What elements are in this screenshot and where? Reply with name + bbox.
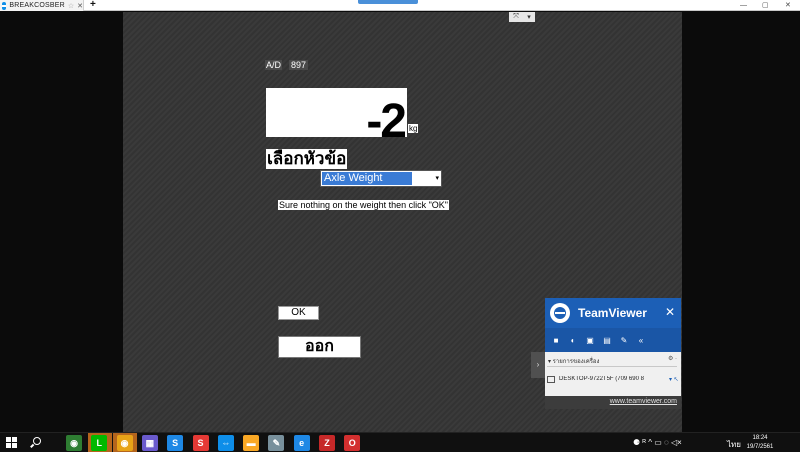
chevron-down-icon[interactable]: ▾ <box>527 13 531 21</box>
teamviewer-header: TeamViewer ✕ <box>545 298 681 328</box>
collapse-icon[interactable]: « <box>636 336 646 345</box>
session-item[interactable]: DESKTOP-9722T5F (709 690 8 ▾ ↖ <box>547 371 679 387</box>
tray-icons[interactable]: ⚈ ᴿ ^ ▭ ◌ ◁× <box>633 438 682 447</box>
browser-tab[interactable]: BREAKCOSBER ☆ ✕ <box>0 0 84 11</box>
taskbar-chrome-icon[interactable]: ◉ <box>116 435 133 451</box>
clock[interactable]: 18:24 19/7/2561 <box>745 434 775 452</box>
topic-select[interactable]: Axle Weight ▾ <box>320 170 442 187</box>
taskbar-filezilla-icon[interactable]: Z <box>319 435 335 451</box>
teamviewer-logo-icon <box>550 303 570 323</box>
screen: BREAKCOSBER ☆ ✕ + — ▢ ✕ ⤧ ▾ A/D 897 -2 k… <box>0 0 800 452</box>
star-icon[interactable]: ☆ <box>68 2 74 10</box>
panel-collapse-arrow[interactable]: › <box>531 352 545 378</box>
whiteboard-icon[interactable]: ✎ <box>619 336 629 345</box>
chat-icon[interactable]: ▣ <box>585 336 595 345</box>
new-tab-button[interactable]: + <box>90 0 96 10</box>
video-icon[interactable]: ■ <box>551 336 561 345</box>
topic-select-value: Axle Weight <box>322 172 412 185</box>
remote-toolbar-handle[interactable] <box>358 0 418 4</box>
search-icon[interactable] <box>33 437 41 445</box>
taskbar-s-blue-icon[interactable]: S <box>167 435 184 451</box>
session-list-heading[interactable]: ▾ รายการของเครื่อง <box>548 356 599 366</box>
maximize-button[interactable]: ▢ <box>762 0 769 11</box>
windows-start-icon[interactable] <box>6 437 17 448</box>
chevron-down-icon: ▾ <box>435 175 439 182</box>
weight-unit: kg <box>408 124 419 133</box>
teamviewer-panel: › TeamViewer ✕ ■ ◐ ▣ ▤ ✎ « ▾ รายการของเค… <box>531 298 681 410</box>
files-icon[interactable]: ▤ <box>602 336 612 345</box>
ok-button[interactable]: OK <box>278 306 319 320</box>
teamviewer-tab-icon <box>2 1 7 10</box>
choose-topic-heading: เลือกหัวข้อ <box>266 149 348 169</box>
minimize-button[interactable]: — <box>740 0 747 11</box>
close-window-button[interactable]: ✕ <box>785 0 791 11</box>
taskbar-s-red-icon[interactable]: S <box>192 435 209 451</box>
close-icon[interactable]: ✕ <box>665 305 675 319</box>
device-name: DESKTOP-9722T5F (709 690 8 <box>559 376 644 382</box>
teamviewer-link[interactable]: www.teamviewer.com <box>610 398 677 405</box>
taskbar-chrome-multi-icon[interactable]: ◉ <box>66 435 82 451</box>
taskbar-file-explorer-icon[interactable]: ▬ <box>243 435 260 451</box>
headset-icon[interactable]: ◐ <box>568 336 578 345</box>
instruction-text: Sure nothing on the weight then click "O… <box>278 200 449 210</box>
taskbar-notepad-icon[interactable]: ✎ <box>268 435 285 451</box>
clock-date: 19/7/2561 <box>746 444 774 450</box>
language-indicator[interactable]: ไทย <box>727 438 741 451</box>
weight-value: -2 <box>366 95 407 137</box>
tab-close-icon[interactable]: ✕ <box>77 2 83 10</box>
remote-view-controls[interactable]: ⤧ ▾ <box>509 12 535 22</box>
ad-value: 897 <box>289 60 309 70</box>
browser-tab-bar: BREAKCOSBER ☆ ✕ + — ▢ ✕ <box>0 0 800 11</box>
session-actions-icon[interactable]: ▾ ↖ <box>669 376 679 383</box>
teamviewer-toolbar: ■ ◐ ▣ ▤ ✎ « <box>545 328 681 352</box>
exit-button[interactable]: ออก <box>278 336 361 358</box>
expand-icon[interactable]: ⤧ <box>513 13 519 21</box>
teamviewer-footer: www.teamviewer.com <box>545 396 681 409</box>
teamviewer-title: TeamViewer <box>578 306 647 320</box>
ad-label: A/D <box>265 60 283 70</box>
monitor-icon <box>547 375 555 383</box>
divider <box>547 366 677 367</box>
taskbar: ◉ L ◉ ▦ S S ⇔ ▬ ✎ e Z O ⚈ ᴿ ^ ▭ ◌ ◁× ไทย 18:24 19/7… <box>0 432 800 452</box>
teamviewer-session-list: ▾ รายการของเครื่อง ⚙ · DESKTOP-9722T5F (… <box>545 352 681 396</box>
taskbar-edge-icon[interactable]: e <box>293 435 310 451</box>
taskbar-store-icon[interactable]: ▦ <box>141 435 158 451</box>
tab-title: BREAKCOSBER <box>9 2 65 9</box>
taskbar-opera-icon[interactable]: O <box>344 435 361 451</box>
taskbar-teamviewer-icon[interactable]: ⇔ <box>217 435 234 451</box>
clock-time: 18:24 <box>752 435 768 441</box>
gear-icon[interactable]: ⚙ · <box>668 355 677 362</box>
weight-display: -2 <box>266 88 407 137</box>
taskbar-line-icon[interactable]: L <box>91 435 108 451</box>
